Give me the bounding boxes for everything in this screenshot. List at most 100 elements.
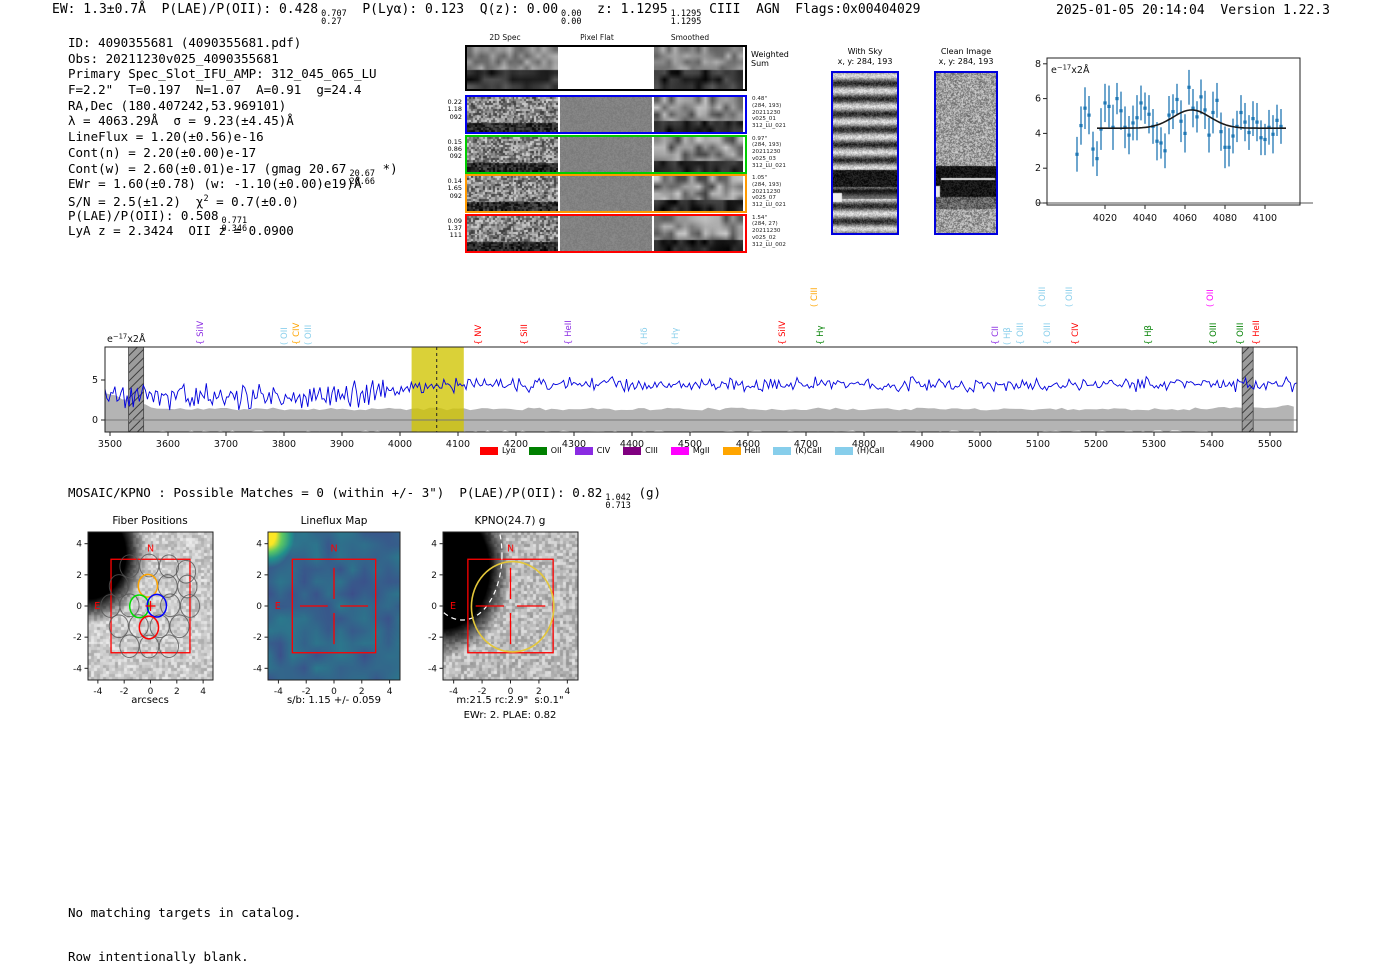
emission-line-label: { CIV: [292, 323, 302, 345]
mosaic-kpno-summary: MOSAIC/KPNO : Possible Matches = 0 (with…: [68, 485, 661, 510]
svg-text:0: 0: [431, 602, 437, 612]
spec2d-row-weights: 0.141.65092: [438, 178, 462, 200]
svg-text:-4: -4: [73, 664, 82, 674]
with-sky-title-text: With Sky: [838, 47, 893, 57]
svg-text:-4: -4: [93, 687, 102, 697]
svg-text:E: E: [94, 601, 100, 612]
full-spectrum-plot: 3500360037003800390040004100420043004400…: [85, 280, 1335, 480]
svg-text:2: 2: [174, 687, 180, 697]
weight-value: 092: [438, 153, 462, 160]
fiber-positions-overlay: -4-2024-4-2024NE: [58, 520, 243, 720]
svg-text:4: 4: [564, 687, 570, 697]
annotation-line: 0.48": [752, 96, 786, 103]
svg-text:-2: -2: [73, 633, 82, 643]
stacked-uncertainty: 0.000.00: [561, 10, 581, 26]
svg-text:0: 0: [92, 415, 98, 426]
kpno-overlay: -4-2024-4-2024NE: [413, 520, 608, 720]
emission-line-label: { HeII: [564, 320, 574, 345]
lineflux-map-overlay: -4-2024-4-2024NE: [238, 520, 430, 720]
spec2d-row-images: [465, 95, 747, 134]
spec2d-row-annotations: 1.54"(284, 27)20211230v025_02312_LU_002: [752, 215, 786, 249]
svg-text:3800: 3800: [272, 439, 296, 450]
with-sky-title: With Sky x, y: 284, 193: [838, 47, 893, 66]
kpno-caption-1: m:21.5 rc:2.9" s:0.1": [456, 695, 563, 706]
legend-label: CIV: [597, 446, 610, 455]
with-sky-cutout: [831, 71, 899, 235]
emission-line-label: { OIII: [1016, 323, 1026, 345]
svg-text:-4: -4: [428, 664, 437, 674]
legend-swatch: [529, 447, 547, 455]
svg-text:4100: 4100: [1253, 213, 1277, 224]
kpno-caption-2: EWr: 2. PLAE: 0.82: [464, 710, 557, 721]
line-fit-plot: 4020404040604080410002468e−17x2Å: [1035, 45, 1325, 250]
header-timestamp-version: 2025-01-05 20:14:04 Version 1.22.3: [1056, 3, 1330, 18]
svg-text:4: 4: [200, 687, 206, 697]
svg-text:2: 2: [76, 571, 82, 581]
smoothed-image: [654, 137, 743, 172]
spec2d-row-images: [465, 174, 747, 213]
legend-item: HeII: [723, 446, 761, 455]
report-timestamp: 2025-01-05 20:14:04: [1056, 3, 1205, 18]
spectrum-legend: LyαOIICIVCIIIMgIIHeII(K)CaII(H)CaII: [480, 446, 884, 455]
legend-item: MgII: [671, 446, 710, 455]
clean-image-image: [936, 73, 996, 233]
svg-text:N: N: [507, 543, 514, 554]
legend-swatch: [773, 447, 791, 455]
spec2d-row-weights: 0.091.37111: [438, 218, 462, 240]
spec2d-image: [467, 216, 558, 251]
svg-text:5400: 5400: [1200, 439, 1224, 450]
svg-text:-4: -4: [253, 664, 262, 674]
svg-text:4: 4: [1035, 128, 1041, 139]
svg-text:6: 6: [1035, 94, 1041, 105]
weighted-sum-strip: [465, 45, 747, 91]
annotation-line: v025_03: [752, 156, 786, 163]
legend-item: (H)CaII: [835, 446, 884, 455]
svg-text:3900: 3900: [330, 439, 354, 450]
clean-image-title: Clean Image x, y: 284, 193: [939, 47, 994, 66]
emission-line-label: ( Hβ: [1003, 327, 1013, 345]
svg-text:0: 0: [256, 602, 262, 612]
legend-swatch: [671, 447, 689, 455]
legend-swatch: [480, 447, 498, 455]
svg-text:0: 0: [1035, 198, 1041, 209]
svg-text:0: 0: [76, 602, 82, 612]
stacked-uncertainty: 1.0420.713: [605, 494, 631, 510]
weight-value: 092: [438, 193, 462, 200]
emission-line-label: { SiIV: [778, 321, 788, 345]
info-line: Primary Spec_Slot_IFU_AMP: 312_045_065_L…: [68, 66, 398, 82]
weighted-sum-pixelflat-image: [560, 47, 652, 89]
spec2d-row-annotations: 0.48"(284, 193)20211230v025_01312_LU_021: [752, 96, 786, 130]
legend-item: CIV: [575, 446, 610, 455]
pixelflat-image: [560, 176, 652, 211]
weight-value: 092: [438, 114, 462, 121]
annotation-line: 312_LU_002: [752, 242, 786, 249]
legend-swatch: [623, 447, 641, 455]
fiber-positions-panel: -4-2024-4-2024NE: [88, 532, 213, 680]
annotation-line: v025_07: [752, 195, 786, 202]
emission-line-label: { NV: [474, 325, 484, 345]
emission-line-label: { SiII: [520, 324, 530, 345]
header-summary-line: EW: 1.3±0.7Å P(LAE)/P(OII): 0.4280.7070.…: [52, 2, 920, 26]
annotation-line: 20211230: [752, 228, 786, 235]
smoothed-image: [654, 176, 743, 211]
stacked-uncertainty: 1.12951.1295: [671, 10, 702, 26]
clean-image-cutout: [934, 71, 998, 235]
emission-line-label: ( CIII: [810, 288, 820, 307]
svg-text:5100: 5100: [1026, 439, 1050, 450]
legend-item: OII: [529, 446, 562, 455]
svg-text:-4: -4: [274, 687, 283, 697]
svg-text:4020: 4020: [1093, 213, 1117, 224]
svg-text:-2: -2: [120, 687, 129, 697]
annotation-line: 20211230: [752, 149, 786, 156]
svg-text:4040: 4040: [1133, 213, 1157, 224]
report-version: Version 1.22.3: [1220, 3, 1330, 18]
svg-text:4: 4: [387, 687, 393, 697]
weight-value: 111: [438, 232, 462, 239]
pixelflat-image: [560, 216, 652, 251]
clean-image-subtitle: x, y: 284, 193: [939, 57, 994, 67]
legend-swatch: [835, 447, 853, 455]
emission-line-label: ( Hγ: [671, 328, 681, 345]
legend-label: HeII: [745, 446, 761, 455]
svg-text:3500: 3500: [98, 439, 122, 450]
pixelflat-image: [560, 137, 652, 172]
